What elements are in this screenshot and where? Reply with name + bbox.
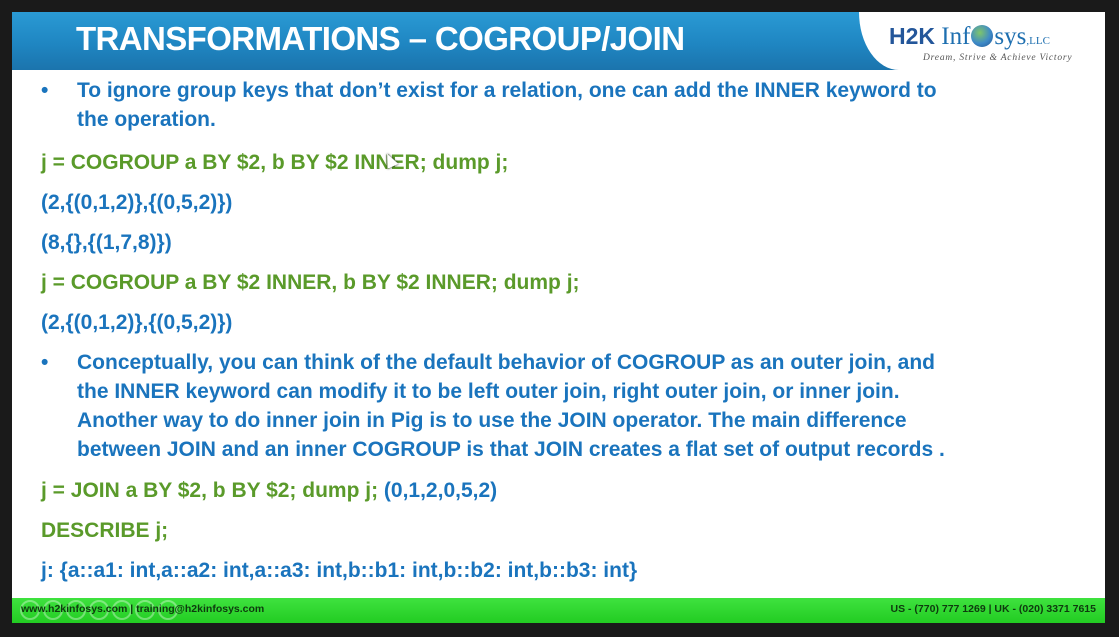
bullet-item-2: • Conceptually, you can think of the def…	[41, 348, 1091, 464]
output-line-2: (8,{},{(1,7,8)})	[41, 231, 172, 254]
logo-wordmark: H2K Inf sys,LLC	[889, 24, 1050, 49]
code-line-3-output: (0,1,2,0,5,2)	[378, 479, 498, 502]
footer-contact-phone: US - (770) 777 1269 | UK - (020) 3371 76…	[890, 603, 1096, 615]
slide-title: TRANSFORMATIONS – COGROUP/JOIN	[76, 20, 685, 57]
code-line-2: j = COGROUP a BY $2 INNER, b BY $2 INNER…	[41, 271, 580, 294]
bullet-item-1: • To ignore group keys that don’t exist …	[41, 76, 1091, 134]
bullet-text: Conceptually, you can think of the defau…	[77, 351, 945, 461]
code-line-4: DESCRIBE j;	[41, 519, 169, 542]
code-line-1: j = COGROUP a BY $2, b BY $2 INNER; dump…	[41, 151, 509, 174]
footer-contact-web: www.h2kinfosys.com | training@h2kinfosys…	[21, 603, 265, 615]
logo-suffix: ,LLC	[1026, 35, 1050, 47]
output-line-5: j: {a::a1: int,a::a2: int,a::a3: int,b::…	[41, 559, 638, 582]
code-line-3: j = JOIN a BY $2, b BY $2; dump j; (0,1,…	[41, 476, 497, 505]
slide-footer: www.h2kinfosys.com | training@h2kinfosys…	[12, 598, 1105, 623]
logo: H2K Inf sys,LLC Dream, Strive & Achieve V…	[859, 12, 1105, 70]
logo-tagline: Dream, Strive & Achieve Victory	[923, 53, 1073, 63]
slide-header: TRANSFORMATIONS – COGROUP/JOIN H2K Inf sy…	[12, 12, 1105, 70]
bullet-icon: •	[41, 79, 49, 102]
output-line-1: (2,{(0,1,2)},{(0,5,2)})	[41, 191, 233, 214]
logo-name-part2: sys	[994, 23, 1027, 50]
output-line-3: (2,{(0,1,2)},{(0,5,2)})	[41, 311, 233, 334]
logo-name-part1: Inf	[941, 23, 971, 50]
bullet-icon: •	[41, 351, 49, 374]
logo-brand: H2K	[889, 23, 936, 49]
code-line-3-command: j = JOIN a BY $2, b BY $2; dump j;	[41, 479, 379, 502]
slide-frame: TRANSFORMATIONS – COGROUP/JOIN H2K Inf sy…	[12, 12, 1105, 623]
globe-icon	[971, 25, 994, 47]
bullet-text: To ignore group keys that don’t exist fo…	[77, 79, 937, 131]
